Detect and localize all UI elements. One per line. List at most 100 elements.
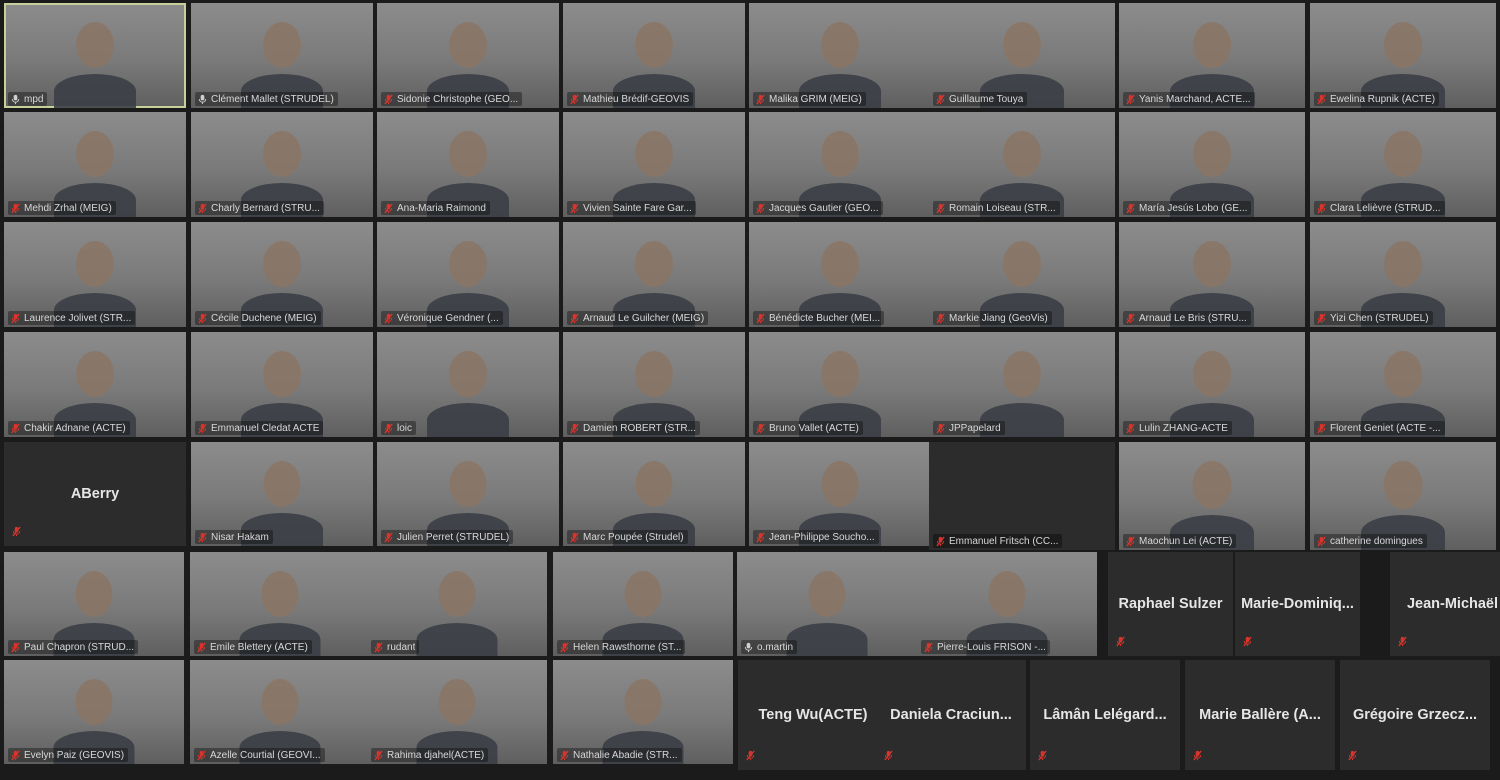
- participant-tile[interactable]: Daniela Craciun...: [876, 660, 1026, 770]
- participant-video-face: [1193, 351, 1231, 397]
- participant-tile[interactable]: Chakir Adnane (ACTE): [4, 332, 186, 437]
- participant-tile[interactable]: Grégoire Grzecz...: [1340, 660, 1490, 770]
- participant-tile[interactable]: Teng Wu(ACTE): [738, 660, 888, 770]
- muted-microphone-icon: [1317, 203, 1326, 213]
- participant-tile[interactable]: Emmanuel Cledat ACTE: [191, 332, 373, 437]
- participant-tile[interactable]: JPPapelard: [929, 332, 1115, 437]
- participant-name: JPPapelard: [949, 422, 1001, 434]
- participant-name-label: Chakir Adnane (ACTE): [8, 421, 130, 435]
- participant-tile[interactable]: o.martin: [737, 552, 917, 656]
- participant-tile[interactable]: Evelyn Paiz (GEOVIS): [4, 660, 184, 764]
- muted-microphone-icon: [1126, 313, 1135, 323]
- participant-name: Chakir Adnane (ACTE): [24, 422, 126, 434]
- participant-name: Emile Blettery (ACTE): [210, 641, 308, 653]
- participant-name: Guillaume Touya: [949, 93, 1024, 105]
- participant-video-face: [75, 679, 113, 725]
- muted-microphone-icon: [570, 532, 579, 542]
- participant-tile[interactable]: Paul Chapron (STRUD...: [4, 552, 184, 656]
- participant-tile[interactable]: Bruno Vallet (ACTE): [749, 332, 931, 437]
- participant-name-label: Yizi Chen (STRUDEL): [1314, 311, 1433, 325]
- muted-microphone-icon: [560, 750, 569, 760]
- participant-video-face: [1192, 461, 1232, 509]
- participant-tile[interactable]: Cécile Duchene (MEIG): [191, 222, 373, 327]
- participant-tile[interactable]: Jean-Philippe Soucho...: [749, 442, 931, 546]
- participant-name: Yizi Chen (STRUDEL): [1330, 312, 1429, 324]
- muted-microphone-icon: [746, 750, 755, 761]
- muted-microphone-icon: [1126, 94, 1135, 104]
- participant-name-label: Yanis Marchand, ACTE...: [1123, 92, 1255, 106]
- participant-name: Evelyn Paiz (GEOVIS): [24, 749, 125, 761]
- participant-tile[interactable]: Nisar Hakam: [191, 442, 373, 546]
- muted-microphone-icon: [1317, 536, 1326, 546]
- participant-tile[interactable]: rudant: [367, 552, 547, 656]
- participant-tile[interactable]: Nathalie Abadie (STR...: [553, 660, 733, 764]
- muted-microphone-icon: [570, 313, 579, 323]
- muted-microphone-icon: [1126, 203, 1135, 213]
- participant-tile[interactable]: Charly Bernard (STRU...: [191, 112, 373, 217]
- participant-tile[interactable]: Raphael Sulzer: [1108, 552, 1233, 656]
- participant-tile[interactable]: Lâmân Lelégard...: [1030, 660, 1180, 770]
- participant-tile[interactable]: Clément Mallet (STRUDEL): [191, 3, 373, 108]
- participant-name-label: Markie Jiang (GeoVis): [933, 311, 1052, 325]
- participant-tile[interactable]: Emile Blettery (ACTE): [190, 552, 370, 656]
- participant-video-face: [1384, 351, 1422, 397]
- participant-tile[interactable]: Yizi Chen (STRUDEL): [1310, 222, 1496, 327]
- participant-tile[interactable]: Bénédicte Bucher (MEI...: [749, 222, 931, 327]
- participant-tile[interactable]: Ewelina Rupnik (ACTE): [1310, 3, 1496, 108]
- participant-tile[interactable]: Jacques Gautier (GEO...: [749, 112, 931, 217]
- participant-tile[interactable]: María Jesús Lobo (GE...: [1119, 112, 1305, 217]
- participant-tile[interactable]: Marie-Dominiq...: [1235, 552, 1360, 656]
- participant-name-label: loic: [381, 421, 417, 435]
- participant-name: Azelle Courtial (GEOVI...: [210, 749, 321, 761]
- participant-tile[interactable]: catherine domingues: [1310, 442, 1496, 550]
- participant-tile[interactable]: Véronique Gendner (...: [377, 222, 559, 327]
- participant-tile[interactable]: Emmanuel Fritsch (CC...: [929, 442, 1115, 550]
- participant-tile[interactable]: Julien Perret (STRUDEL): [377, 442, 559, 546]
- participant-tile[interactable]: Laurence Jolivet (STR...: [4, 222, 186, 327]
- participant-tile[interactable]: Lulin ZHANG-ACTE: [1119, 332, 1305, 437]
- participant-tile[interactable]: Ana-Maria Raimond: [377, 112, 559, 217]
- participant-name: ABerry: [70, 486, 120, 502]
- participant-tile[interactable]: Sidonie Christophe (GEO...: [377, 3, 559, 108]
- participant-tile[interactable]: Marc Poupée (Strudel): [563, 442, 745, 546]
- participant-name-label: Arnaud Le Bris (STRU...: [1123, 311, 1251, 325]
- participant-tile[interactable]: loic: [377, 332, 559, 437]
- participant-tile[interactable]: Markie Jiang (GeoVis): [929, 222, 1115, 327]
- participant-tile[interactable]: Yanis Marchand, ACTE...: [1119, 3, 1305, 108]
- participant-tile[interactable]: Malika GRIM (MEIG): [749, 3, 931, 108]
- participant-tile[interactable]: Rahima djahel(ACTE): [367, 660, 547, 764]
- participant-tile[interactable]: ABerry: [4, 442, 186, 546]
- participant-tile[interactable]: mpd: [4, 3, 186, 108]
- participant-tile[interactable]: Arnaud Le Guilcher (MEIG): [563, 222, 745, 327]
- participant-tile[interactable]: Guillaume Touya: [929, 3, 1115, 108]
- participant-tile[interactable]: Mehdi Zrhal (MEIG): [4, 112, 186, 217]
- participant-tile[interactable]: Romain Loiseau (STR...: [929, 112, 1115, 217]
- muted-microphone-icon: [570, 203, 579, 213]
- participant-tile[interactable]: Arnaud Le Bris (STRU...: [1119, 222, 1305, 327]
- participant-tile[interactable]: Damien ROBERT (STR...: [563, 332, 745, 437]
- participant-tile[interactable]: Pierre-Louis FRISON -...: [917, 552, 1097, 656]
- participant-video-face: [263, 351, 301, 397]
- participant-tile[interactable]: Florent Geniet (ACTE -...: [1310, 332, 1496, 437]
- participant-tile[interactable]: Helen Rawsthorne (ST...: [553, 552, 733, 656]
- participant-name-label: Lulin ZHANG-ACTE: [1123, 421, 1232, 435]
- muted-microphone-icon: [756, 423, 765, 433]
- participant-tile[interactable]: Mathieu Brédif-GEOVIS: [563, 3, 745, 108]
- participant-tile[interactable]: Azelle Courtial (GEOVI...: [190, 660, 370, 764]
- participant-name: Damien ROBERT (STR...: [583, 422, 696, 434]
- participant-name-label: Charly Bernard (STRU...: [195, 201, 324, 215]
- muted-microphone-icon: [756, 313, 765, 323]
- participant-tile[interactable]: Vivien Sainte Fare Gar...: [563, 112, 745, 217]
- participant-video-face: [263, 22, 301, 68]
- participant-name: Helen Rawsthorne (ST...: [573, 641, 682, 653]
- muted-microphone-icon: [1398, 636, 1407, 647]
- participant-tile[interactable]: Clara Lelièvre (STRUD...: [1310, 112, 1496, 217]
- participant-name: Pierre-Louis FRISON -...: [937, 641, 1046, 653]
- participant-name-label: Ana-Maria Raimond: [381, 201, 490, 215]
- participant-name: Bénédicte Bucher (MEI...: [769, 312, 881, 324]
- participant-name-label: Nathalie Abadie (STR...: [557, 748, 682, 762]
- participant-tile[interactable]: Jean-Michaël: [1390, 552, 1500, 656]
- participant-name: Vivien Sainte Fare Gar...: [583, 202, 692, 214]
- participant-tile[interactable]: Maochun Lei (ACTE): [1119, 442, 1305, 550]
- participant-tile[interactable]: Marie Ballère (A...: [1185, 660, 1335, 770]
